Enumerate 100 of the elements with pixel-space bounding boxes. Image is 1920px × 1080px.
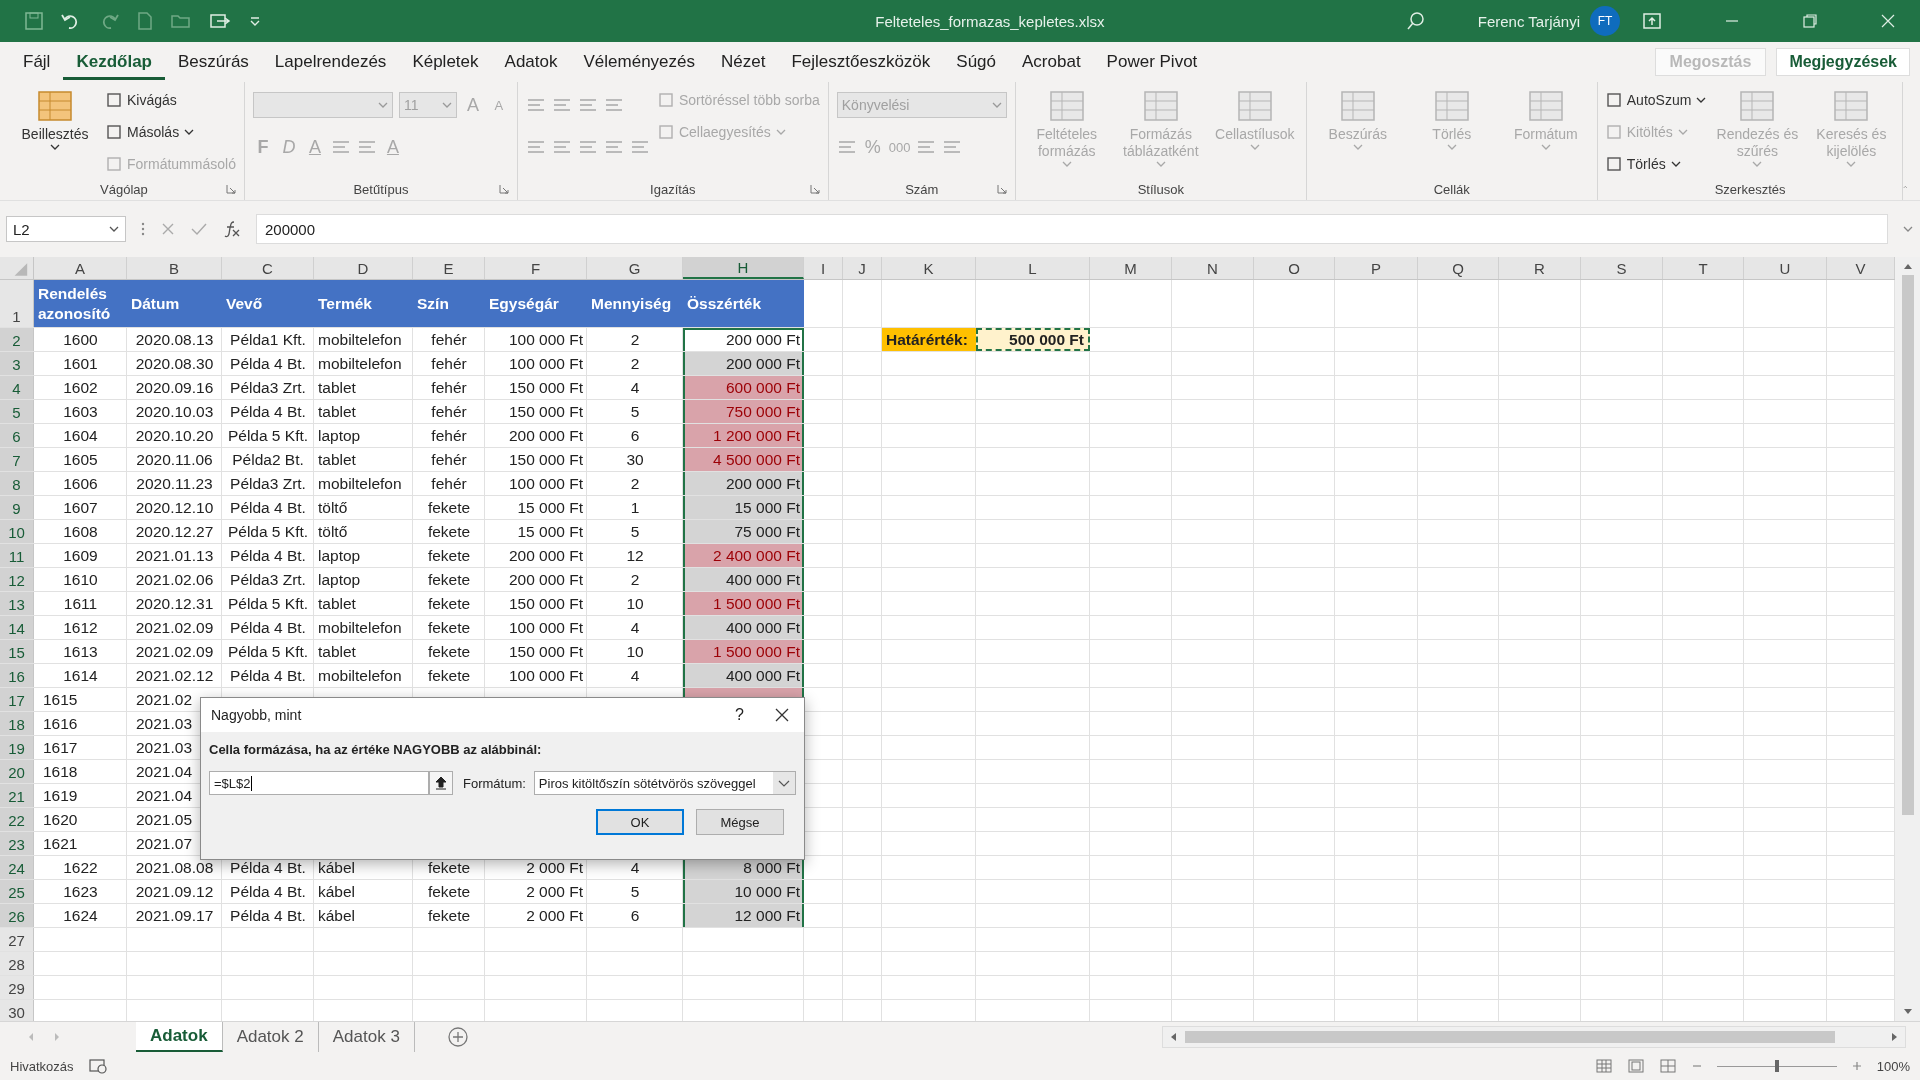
ribbon-display-icon[interactable]	[1642, 12, 1662, 30]
row-header[interactable]: 22	[0, 808, 34, 831]
cancel-button[interactable]: Mégse	[696, 809, 784, 835]
row-header[interactable]: 24	[0, 856, 34, 879]
ribbon-button[interactable]: Kivágás	[106, 86, 236, 114]
formula-field[interactable]: 200000	[256, 214, 1888, 244]
ribbon-tab[interactable]: Nézet	[708, 44, 779, 80]
row-header[interactable]: 17	[0, 688, 34, 711]
macro-record-icon[interactable]	[87, 1058, 108, 1074]
page-layout-icon[interactable]	[1626, 1058, 1645, 1074]
column-header[interactable]: N	[1172, 257, 1254, 279]
check-icon[interactable]	[190, 221, 208, 237]
column-header[interactable]: F	[485, 257, 587, 279]
add-sheet-icon[interactable]	[446, 1026, 469, 1048]
format-dropdown[interactable]: Piros kitöltőszín sötétvörös szöveggel	[533, 771, 796, 795]
ribbon-button[interactable]: AutoSzum	[1605, 86, 1707, 114]
ribbon-tab[interactable]: Képletek	[399, 44, 492, 80]
horizontal-scrollbar[interactable]	[1162, 1026, 1906, 1048]
upload-icon[interactable]	[429, 771, 453, 795]
row-header[interactable]: 18	[0, 712, 34, 735]
row-header[interactable]: 14	[0, 616, 34, 639]
row-header[interactable]: 26	[0, 904, 34, 927]
row-header[interactable]: 30	[0, 1000, 34, 1023]
sheet-tab[interactable]: Adatok	[136, 1022, 223, 1052]
column-header[interactable]: B	[127, 257, 222, 279]
name-box[interactable]: L2	[6, 216, 126, 242]
cancel-icon[interactable]	[160, 221, 176, 237]
zoom-level[interactable]: 100%	[1876, 1058, 1910, 1074]
row-header[interactable]: 1	[0, 280, 34, 327]
comments-button[interactable]: Megjegyzések	[1776, 48, 1910, 76]
column-header[interactable]: C	[222, 257, 314, 279]
row-header[interactable]: 13	[0, 592, 34, 615]
ribbon-tab[interactable]: Fejlesztőeszközök	[778, 44, 944, 80]
launcher-icon[interactable]	[225, 184, 236, 194]
ribbon-tab[interactable]: Fájl	[10, 44, 64, 80]
column-header[interactable]: M	[1090, 257, 1172, 279]
window-icon[interactable]	[208, 11, 232, 31]
column-header[interactable]: A	[34, 257, 127, 279]
column-header[interactable]: H	[683, 257, 804, 279]
function-icon[interactable]	[222, 220, 242, 238]
ribbon-tab[interactable]: Súgó	[943, 44, 1009, 80]
column-header[interactable]: Q	[1418, 257, 1499, 279]
launcher-icon[interactable]	[809, 184, 820, 194]
new-file-icon[interactable]	[136, 11, 154, 31]
launcher-icon[interactable]	[498, 184, 509, 194]
column-header[interactable]: D	[314, 257, 413, 279]
close-icon[interactable]	[774, 707, 790, 723]
ribbon-tab[interactable]: Lapelrendezés	[261, 44, 400, 80]
value-field[interactable]: =$L$2	[209, 771, 429, 795]
row-header[interactable]: 11	[0, 544, 34, 567]
column-header[interactable]: K	[882, 257, 976, 279]
row-header[interactable]: 15	[0, 640, 34, 663]
column-header[interactable]: L	[976, 257, 1090, 279]
column-header[interactable]: T	[1663, 257, 1744, 279]
row-header[interactable]: 27	[0, 928, 34, 951]
row-header[interactable]: 25	[0, 880, 34, 903]
ribbon-tab[interactable]: Véleményezés	[570, 44, 708, 80]
zoom-in-icon[interactable]	[1850, 1060, 1863, 1072]
row-header[interactable]: 12	[0, 568, 34, 591]
ribbon-tab[interactable]: Power Pivot	[1093, 44, 1211, 80]
ribbon-button[interactable]: Törlés	[1605, 150, 1707, 178]
column-header[interactable]: I	[804, 257, 843, 279]
right-arrow-icon[interactable]	[1889, 1031, 1899, 1043]
search-icon[interactable]	[1405, 11, 1426, 31]
row-header[interactable]: 16	[0, 664, 34, 687]
ribbon-tab[interactable]: Kezdőlap	[63, 44, 165, 80]
ribbon-button[interactable]: Másolás	[106, 118, 236, 146]
row-header[interactable]: 19	[0, 736, 34, 759]
ribbon-tab[interactable]: Adatok	[491, 44, 571, 80]
row-header[interactable]: 3	[0, 352, 34, 375]
row-header[interactable]: 9	[0, 496, 34, 519]
save-icon[interactable]	[24, 11, 44, 31]
column-header[interactable]: R	[1499, 257, 1581, 279]
window-title[interactable]: Felteteles_formazas_kepletes.xlsx	[875, 12, 1105, 30]
row-header[interactable]: 23	[0, 832, 34, 855]
caret-icon[interactable]	[772, 772, 795, 794]
row-header[interactable]: 8	[0, 472, 34, 495]
vertical-scrollbar[interactable]	[1895, 257, 1920, 1021]
normal-view-icon[interactable]	[1594, 1058, 1613, 1074]
row-header[interactable]: 5	[0, 400, 34, 423]
column-header[interactable]: E	[413, 257, 485, 279]
column-header[interactable]: J	[843, 257, 882, 279]
user-avatar[interactable]: FT	[1590, 6, 1620, 36]
row-header[interactable]: 7	[0, 448, 34, 471]
caret-icon[interactable]	[1902, 224, 1914, 234]
ribbon-button[interactable]: Beillesztés	[12, 86, 98, 151]
column-header[interactable]: U	[1744, 257, 1827, 279]
column-header[interactable]: O	[1254, 257, 1335, 279]
left-arrow-icon[interactable]	[1169, 1031, 1179, 1043]
ribbon-tab[interactable]: Acrobat	[1009, 44, 1094, 80]
row-header[interactable]: 6	[0, 424, 34, 447]
page-break-icon[interactable]	[1658, 1058, 1677, 1074]
ok-button[interactable]: OK	[596, 809, 684, 835]
row-header[interactable]: 20	[0, 760, 34, 783]
row-header[interactable]: 21	[0, 784, 34, 807]
row-header[interactable]: 4	[0, 376, 34, 399]
row-header[interactable]: 2	[0, 328, 34, 351]
launcher-icon[interactable]	[996, 184, 1007, 194]
row-header[interactable]: 29	[0, 976, 34, 999]
row-header[interactable]: 10	[0, 520, 34, 543]
